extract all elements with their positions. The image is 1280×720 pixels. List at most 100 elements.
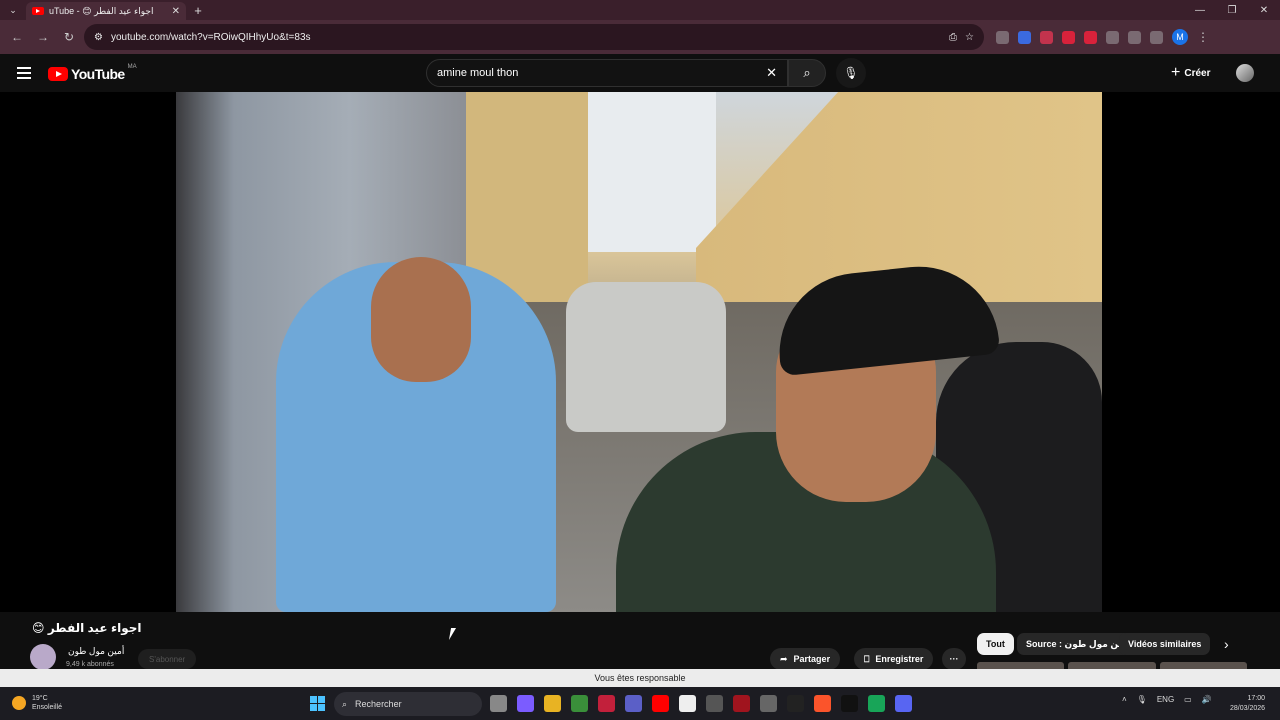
temperature: 19°C	[32, 695, 48, 702]
youtube-app-icon[interactable]	[652, 695, 669, 712]
more-icon: ···	[949, 654, 959, 664]
thumbnail[interactable]	[977, 662, 1065, 669]
install-app-icon[interactable]: ⎙	[949, 32, 957, 43]
search-button[interactable]: ⌕	[788, 59, 826, 87]
app-icon[interactable]	[706, 695, 723, 712]
task-view-icon[interactable]	[490, 695, 507, 712]
app-icon[interactable]	[598, 695, 615, 712]
youtube-logo[interactable]: YouTube MA	[48, 64, 137, 82]
bookmark-star-icon[interactable]: ☆	[965, 32, 974, 43]
tradingview-icon[interactable]	[841, 695, 858, 712]
voice-search-button[interactable]: 🎙	[836, 58, 866, 88]
extension-icon[interactable]	[1040, 30, 1053, 44]
xm-icon[interactable]	[787, 695, 804, 712]
chevron-right-icon[interactable]: ›	[1224, 636, 1229, 652]
language-indicator[interactable]: ENG	[1157, 695, 1174, 704]
browser-menu-icon[interactable]: ⋮	[1197, 30, 1209, 44]
chrome-icon[interactable]	[571, 695, 588, 712]
discord-icon[interactable]	[895, 695, 912, 712]
close-tab-icon[interactable]: ✕	[172, 6, 180, 17]
profile-avatar[interactable]: M	[1172, 29, 1188, 45]
new-tab-icon[interactable]: +	[186, 3, 210, 18]
teams-icon[interactable]	[625, 695, 642, 712]
search-icon: ⌕	[803, 65, 811, 80]
youtube-logo-text: YouTube	[71, 66, 125, 82]
responsibility-banner: Vous êtes responsable	[0, 669, 1280, 687]
extension-icon[interactable]	[996, 30, 1009, 44]
address-bar[interactable]: ⚙ youtube.com/watch?v=ROiwQIHhyUo&t=83s …	[84, 24, 984, 50]
video-frame	[586, 92, 716, 252]
subscriber-count: 9,49 k abonnés	[66, 661, 114, 668]
app-icon[interactable]	[868, 695, 885, 712]
country-code: MA	[127, 64, 137, 70]
extensions-puzzle-icon[interactable]	[1128, 30, 1141, 44]
tab-search-icon[interactable]: ⌄	[0, 0, 26, 20]
browser-tab-bar: ⌄ ‎uTube - 😊 اجواء عيد الفطر ✕ + — ❐ ✕	[0, 0, 1280, 20]
network-icon[interactable]: ▭	[1184, 695, 1192, 704]
file-explorer-icon[interactable]	[544, 695, 561, 712]
save-label: Enregistrer	[875, 654, 924, 664]
volume-icon[interactable]: 🔊	[1202, 695, 1212, 704]
browser-tab-youtube[interactable]: ‎uTube - 😊 اجواء عيد الفطر ✕	[26, 2, 186, 20]
extension-icon[interactable]	[1018, 30, 1031, 44]
back-icon[interactable]: ←	[6, 26, 28, 48]
thumbnail[interactable]	[1068, 662, 1156, 669]
url-text: youtube.com/watch?v=ROiwQIHhyUo&t=83s	[110, 31, 311, 43]
chip-similar[interactable]: Vidéos similaires	[1119, 633, 1211, 655]
more-actions-button[interactable]: ···	[942, 648, 966, 670]
channel-name[interactable]: أمين مول طون	[68, 646, 124, 657]
app-icon[interactable]	[679, 695, 696, 712]
subscribe-button[interactable]: S'abonner	[138, 649, 197, 669]
system-tray: ˄ 🎙 ENG ▭ 🔊	[1122, 695, 1212, 704]
brave-icon[interactable]	[814, 695, 831, 712]
search-input[interactable]: amine moul thon ✕	[426, 59, 788, 87]
microphone-icon[interactable]: 🎙	[1137, 695, 1147, 704]
clear-search-icon[interactable]: ✕	[766, 65, 777, 81]
start-icon[interactable]	[310, 696, 325, 711]
microphone-icon: 🎙	[843, 66, 859, 80]
video-title: اجواء عيد الفطر 😊	[32, 621, 142, 635]
video-info: اجواء عيد الفطر 😊 أمين مول طون 9,49 k ab…	[0, 612, 1280, 670]
recommendation-thumbnails	[977, 662, 1247, 669]
chevron-up-icon[interactable]: ˄	[1122, 695, 1127, 704]
menu-icon[interactable]	[17, 67, 31, 79]
taskbar-apps	[490, 695, 912, 712]
app-icon[interactable]	[760, 695, 777, 712]
channel-avatar[interactable]	[30, 644, 56, 670]
maximize-icon[interactable]: ❐	[1216, 5, 1248, 16]
youtube-favicon-icon	[32, 7, 44, 15]
reload-icon[interactable]: ↻	[58, 26, 80, 48]
reading-list-icon[interactable]	[1150, 30, 1163, 44]
taskbar-search[interactable]: ⌕ Rechercher	[334, 692, 482, 716]
youtube-header: YouTube MA amine moul thon ✕ ⌕ 🎙 + Créer	[0, 54, 1280, 92]
app-icon[interactable]	[733, 695, 750, 712]
site-info-icon[interactable]: ⚙	[94, 32, 103, 43]
save-button[interactable]: ⎕ Enregistrer	[854, 648, 934, 670]
chip-all[interactable]: Tout	[977, 633, 1014, 655]
close-window-icon[interactable]: ✕	[1248, 5, 1280, 16]
search-query: amine moul thon	[437, 67, 519, 79]
extensions-row: M ⋮	[996, 29, 1209, 45]
weather-widget[interactable]: 19°C Ensoleillé	[12, 694, 62, 712]
video-frame	[371, 257, 471, 382]
mouse-cursor	[448, 628, 462, 640]
window-controls: — ❐ ✕	[1184, 5, 1280, 16]
taskbar-search-placeholder: Rechercher	[355, 699, 402, 709]
extension-icon[interactable]	[1084, 30, 1097, 44]
thumbnail[interactable]	[1159, 662, 1247, 669]
clock[interactable]: 17:00 28/03/2026	[1230, 694, 1265, 714]
video-player[interactable]	[176, 92, 1102, 612]
copilot-icon[interactable]	[517, 695, 534, 712]
forward-icon[interactable]: →	[32, 26, 54, 48]
video-frame	[566, 282, 726, 432]
share-button[interactable]: ➦ Partager	[770, 648, 841, 670]
minimize-icon[interactable]: —	[1184, 5, 1216, 16]
browser-toolbar: ← → ↻ ⚙ youtube.com/watch?v=ROiwQIHhyUo&…	[0, 20, 1280, 54]
extension-icon[interactable]	[1106, 30, 1119, 44]
extension-icon[interactable]	[1062, 30, 1075, 44]
windows-taskbar: 19°C Ensoleillé ⌕ Rechercher ˄ 🎙 ENG ▭ 🔊…	[0, 687, 1280, 720]
create-button[interactable]: + Créer	[1163, 62, 1218, 84]
user-avatar[interactable]	[1236, 64, 1254, 82]
bookmark-icon: ⎕	[864, 653, 870, 664]
youtube-play-icon	[48, 67, 68, 81]
